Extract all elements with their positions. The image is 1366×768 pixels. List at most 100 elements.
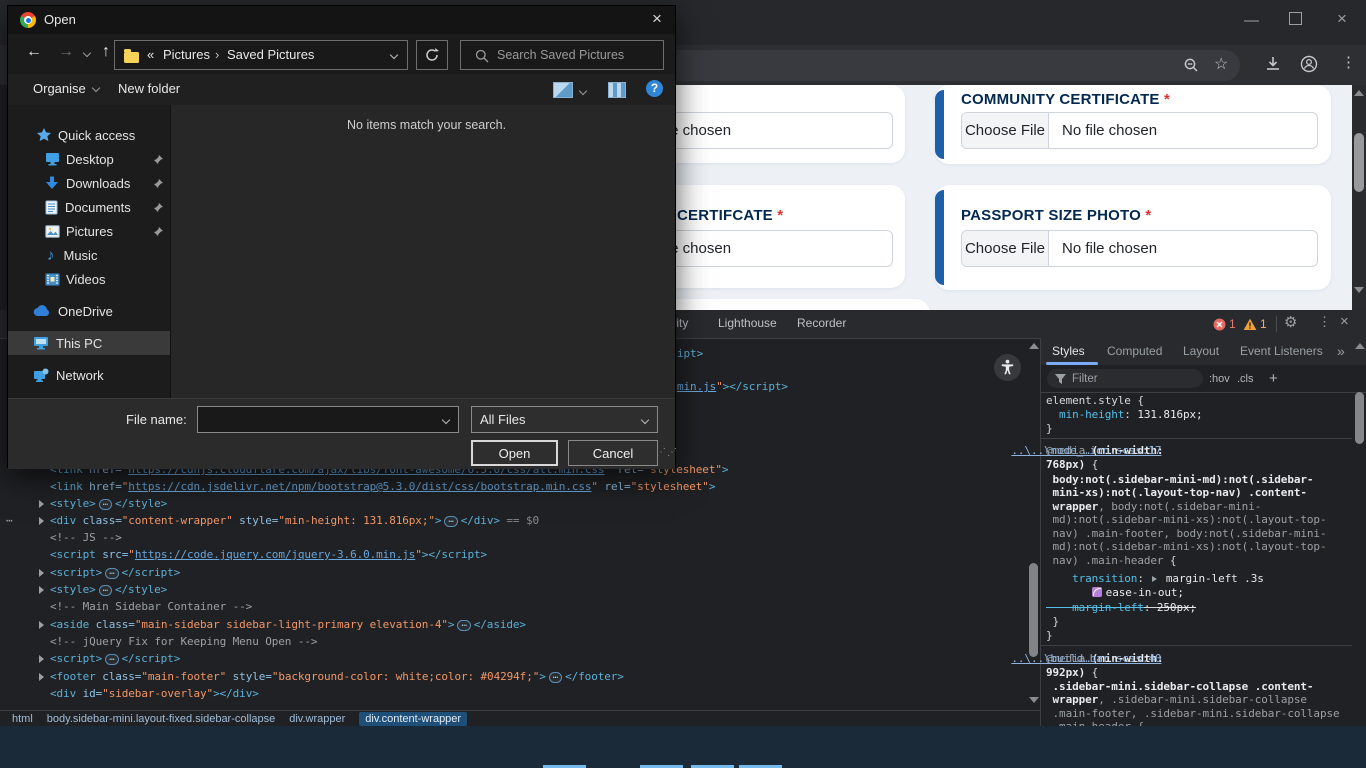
page-scrollbar[interactable]	[1352, 85, 1366, 310]
sidebar-item-downloads[interactable]: Downloads	[8, 171, 170, 195]
refresh-button[interactable]	[416, 40, 448, 70]
dialog-close-icon[interactable]: ×	[652, 9, 662, 29]
source-link[interactable]: ..\..\node_…ion.scss:17	[1011, 444, 1161, 458]
code-line[interactable]: md):not(.sidebar-mini-xs):not(.layout-to…	[1046, 540, 1326, 554]
scroll-up-icon[interactable]	[1354, 90, 1364, 96]
code-line[interactable]: <div id="sidebar-overlay"></div>	[50, 685, 259, 702]
scroll-down-icon[interactable]	[1029, 697, 1039, 703]
window-restore-button[interactable]	[1289, 12, 1302, 25]
code-line[interactable]: 768px) {	[1046, 458, 1098, 472]
collapsed-content-icon[interactable]: …	[99, 585, 112, 596]
sidebar-item-this-pc[interactable]: This PC	[8, 331, 170, 355]
sidebar-item-onedrive[interactable]: OneDrive	[8, 299, 170, 323]
breadcrumb-chevrons[interactable]: «	[147, 47, 154, 62]
code-line[interactable]: .sidebar-mini.sidebar-collapse .content-	[1046, 680, 1313, 694]
bookmark-star-icon[interactable]: ☆	[1214, 54, 1228, 74]
collapsed-content-icon[interactable]: …	[105, 654, 118, 665]
file-name-dropdown-chevron[interactable]	[442, 416, 450, 424]
dom-breadcrumb-item[interactable]: html	[12, 713, 33, 725]
styles-scrollbar-thumb[interactable]	[1355, 392, 1364, 444]
code-line[interactable]: margin-left: 250px;	[1046, 601, 1196, 615]
code-line[interactable]: <link href="https://cdn.jsdelivr.net/npm…	[50, 478, 715, 495]
code-line[interactable]: 992px) {	[1046, 666, 1098, 680]
organise-button[interactable]: Organise	[33, 81, 99, 96]
forward-button[interactable]: →	[58, 43, 74, 61]
collapsed-content-icon[interactable]: …	[105, 568, 118, 579]
download-icon[interactable]	[1264, 55, 1282, 73]
dialog-titlebar[interactable]: Open ×	[8, 6, 675, 34]
styles-filter-input[interactable]: Filter	[1047, 369, 1203, 388]
code-line[interactable]: body:not(.sidebar-mini-md):not(.sidebar-	[1046, 473, 1313, 487]
expand-arrow-icon[interactable]	[39, 655, 44, 663]
toggle-hover-state[interactable]: :hov	[1209, 365, 1230, 392]
code-line[interactable]: mini-xs):not(.layout-top-nav) .content-	[1046, 486, 1307, 500]
expand-value-icon[interactable]	[1152, 576, 1157, 582]
tab-layout[interactable]: Layout	[1183, 338, 1219, 364]
expand-arrow-icon[interactable]	[39, 673, 44, 681]
source-link[interactable]: ..\..\build…bar.scss:40	[1011, 652, 1161, 666]
devtools-menu-icon[interactable]: ⋮	[1318, 314, 1331, 330]
code-line[interactable]: <script>…</script>	[50, 650, 180, 667]
dom-breadcrumb-item[interactable]: div.content-wrapper	[359, 712, 467, 726]
choose-file-button[interactable]: Choose File	[962, 113, 1049, 148]
sidebar-item-music[interactable]: ♪Music	[8, 243, 170, 267]
code-line[interactable]: <!-- jQuery Fix for Keeping Menu Open --…	[50, 633, 317, 650]
tab-event-listeners[interactable]: Event Listeners	[1240, 338, 1323, 364]
code-line[interactable]: .main-footer, .sidebar-mini.sidebar-coll…	[1046, 707, 1340, 721]
breadcrumb-pictures[interactable]: Pictures	[163, 47, 210, 62]
breadcrumb[interactable]: « Pictures › Saved Pictures	[114, 40, 408, 70]
file-name-field[interactable]	[202, 409, 436, 431]
code-line[interactable]: min-height: 131.816px;	[1046, 408, 1203, 422]
dom-breadcrumb-item[interactable]: div.wrapper	[289, 713, 345, 725]
console-warning-indicator[interactable]: 1	[1243, 310, 1267, 338]
code-line[interactable]: <style>…</style>	[50, 495, 167, 512]
up-button[interactable]: ↑	[102, 43, 110, 61]
toggle-classes[interactable]: .cls	[1237, 365, 1254, 392]
console-error-indicator[interactable]: 1	[1213, 310, 1236, 338]
code-line[interactable]: <footer class="main-footer" style="backg…	[50, 668, 624, 685]
help-icon[interactable]: ?	[646, 80, 663, 97]
zoom-icon[interactable]	[1183, 57, 1200, 74]
sidebar-item-documents[interactable]: Documents	[8, 195, 170, 219]
code-line[interactable]: <script>…</script>	[50, 564, 180, 581]
resize-grip[interactable]: ⋰⋰	[656, 447, 678, 458]
expand-arrow-icon[interactable]	[39, 586, 44, 594]
code-line[interactable]: }	[1046, 422, 1053, 436]
code-line[interactable]: ⋯<div class="content-wrapper" style="min…	[50, 512, 539, 529]
sidebar-item-network[interactable]: Network	[8, 363, 170, 387]
file-name-input[interactable]	[197, 406, 459, 433]
devtools-close-icon[interactable]: ×	[1340, 313, 1349, 330]
code-line[interactable]: <script src="https://code.jquery.com/jqu…	[50, 546, 487, 563]
scroll-up-icon[interactable]	[1029, 343, 1039, 349]
code-line[interactable]: <aside class="main-sidebar sidebar-light…	[50, 616, 526, 633]
expand-arrow-icon[interactable]	[39, 500, 44, 508]
devtools-splitter[interactable]	[1040, 338, 1041, 726]
sidebar-item-desktop[interactable]: Desktop	[8, 147, 170, 171]
code-line[interactable]: element.style {	[1046, 394, 1144, 408]
preview-pane-icon[interactable]	[608, 82, 626, 98]
tab-computed[interactable]: Computed	[1107, 338, 1162, 364]
open-button[interactable]: Open	[471, 440, 558, 466]
more-tabs-icon[interactable]: »	[1337, 338, 1345, 364]
code-line[interactable]: nav) .main-footer, body:not(.sidebar-min…	[1046, 527, 1326, 541]
collapsed-content-icon[interactable]: …	[457, 620, 470, 631]
devtools-tab-recorder[interactable]: Recorder	[797, 310, 846, 337]
code-line[interactable]: ipt>	[677, 345, 703, 362]
dialog-search-box[interactable]: Search Saved Pictures	[460, 40, 664, 70]
profile-icon[interactable]	[1300, 55, 1318, 73]
code-line[interactable]: wrapper, body:not(.sidebar-mini-	[1046, 500, 1261, 514]
code-line[interactable]: wrapper, .sidebar-mini.sidebar-collapse	[1046, 693, 1307, 707]
collapsed-content-icon[interactable]: …	[99, 499, 112, 510]
file-input[interactable]: Choose File No file chosen	[961, 230, 1318, 267]
dom-breadcrumb-item[interactable]: body.sidebar-mini.layout-fixed.sidebar-c…	[47, 713, 275, 725]
view-selector-chevron[interactable]	[579, 87, 587, 95]
sidebar-item-pictures[interactable]: Pictures	[8, 219, 170, 243]
code-line[interactable]: ease-in-out;	[1046, 586, 1184, 600]
tab-styles[interactable]: Styles	[1052, 338, 1085, 364]
code-line[interactable]: min.js"></script>	[677, 378, 788, 395]
code-line[interactable]: transition: margin-left .3s	[1046, 572, 1264, 586]
code-line[interactable]: <!-- JS -->	[50, 529, 122, 546]
back-button[interactable]: ←	[26, 43, 42, 61]
sidebar-item-videos[interactable]: Videos	[8, 267, 170, 291]
code-line[interactable]: }	[1046, 615, 1059, 629]
